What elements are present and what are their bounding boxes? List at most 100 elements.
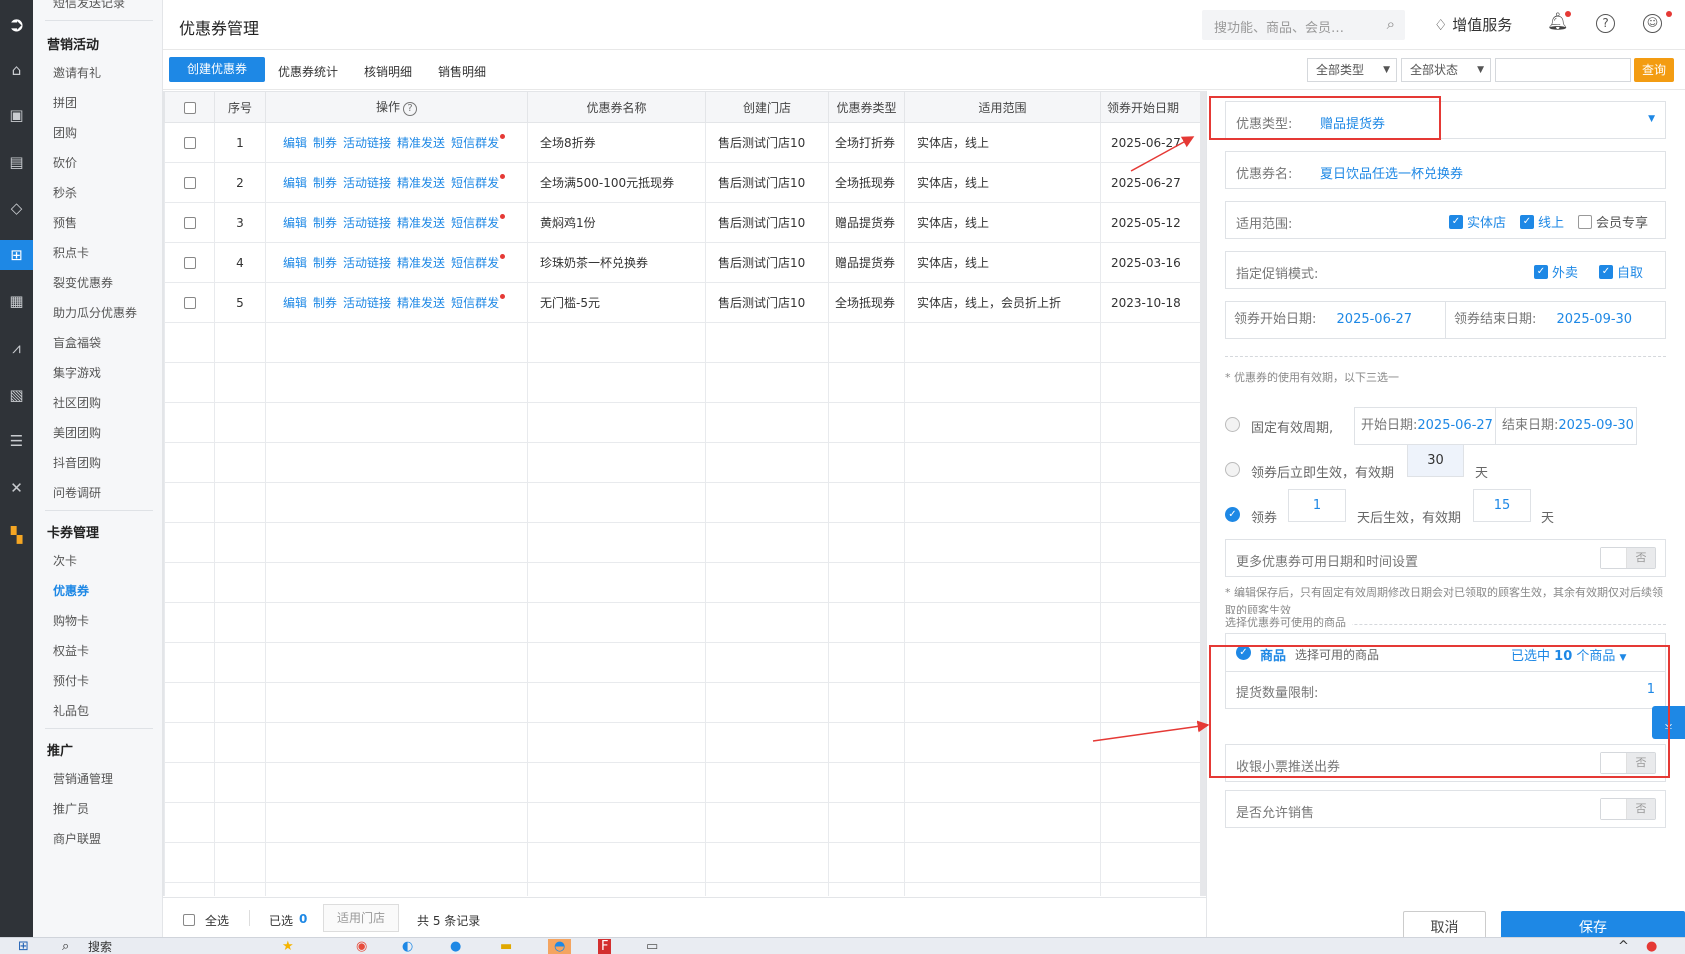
claim-delay-input[interactable]: 1	[1288, 489, 1346, 522]
cancel-button[interactable]: 取消	[1403, 911, 1486, 937]
menu-item[interactable]: 助力瓜分优惠券	[53, 304, 137, 321]
checkbox[interactable]	[183, 257, 196, 269]
coupon-icon[interactable]: ⊞	[0, 240, 33, 270]
row-action-link[interactable]: 精准发送	[397, 296, 445, 310]
menu-item[interactable]: 砍价	[53, 154, 77, 171]
row-checkbox-cell[interactable]	[164, 282, 215, 323]
checkbox[interactable]	[183, 297, 196, 309]
menu-item[interactable]: 预付卡	[53, 672, 89, 689]
chat-icon[interactable]: ●	[450, 939, 461, 954]
row-action-link[interactable]: 活动链接	[343, 216, 391, 230]
scope-option-online[interactable]: ✓ 线上	[1520, 212, 1564, 231]
menu-item[interactable]: 社区团购	[53, 394, 101, 411]
claim-start-date-field[interactable]: 领券开始日期: 2025-06-27	[1225, 301, 1446, 339]
tag-icon[interactable]: ◇	[0, 193, 33, 223]
row-action-link[interactable]: 活动链接	[343, 296, 391, 310]
menu-item[interactable]: 集字游戏	[53, 364, 101, 381]
immediate-days-input[interactable]: 30	[1407, 444, 1464, 477]
apps-grid-icon[interactable]: ▚	[0, 520, 33, 550]
row-checkbox-cell[interactable]	[164, 122, 215, 163]
menu-item[interactable]: 营销通管理	[53, 770, 113, 787]
row-action-link[interactable]: 活动链接	[343, 256, 391, 270]
fixed-end-date-field[interactable]: 结束日期:2025-09-30	[1495, 407, 1637, 445]
select-all-checkbox[interactable]	[183, 912, 195, 926]
radio-claim-delay-checked-icon[interactable]: ✓	[1225, 507, 1240, 522]
row-action-link[interactable]: 制券	[313, 216, 337, 230]
scope-option-member[interactable]: 会员专享	[1578, 212, 1648, 231]
radio-immediate[interactable]	[1225, 462, 1240, 477]
promo-option-pickup[interactable]: ✓ 自取	[1599, 262, 1643, 281]
row-action-link[interactable]: 活动链接	[343, 136, 391, 150]
row-action-link[interactable]: 制券	[313, 256, 337, 270]
menu-item[interactable]: 裂变优惠券	[53, 274, 113, 291]
row-action-link[interactable]: 精准发送	[397, 136, 445, 150]
row-action-link[interactable]: 精准发送	[397, 256, 445, 270]
menu-item-coupon-active[interactable]: 优惠券	[53, 582, 89, 599]
menu-item[interactable]: 秒杀	[53, 184, 77, 201]
menu-item[interactable]: 权益卡	[53, 642, 89, 659]
create-coupon-button[interactable]: 创建优惠券	[169, 57, 265, 82]
menu-item[interactable]: 次卡	[53, 552, 77, 569]
member-card-icon[interactable]: ▦	[0, 286, 33, 316]
tray-chevron-icon[interactable]: ^	[1618, 939, 1629, 954]
menu-item[interactable]: 预售	[53, 214, 77, 231]
menu-item[interactable]: 商户联盟	[53, 830, 101, 847]
tray-app-icon[interactable]: ●	[1646, 939, 1657, 954]
value-added-service-button[interactable]: ♢ 增值服务	[1434, 14, 1512, 35]
star-icon[interactable]: ★	[282, 939, 294, 954]
row-checkbox-cell[interactable]	[164, 242, 215, 283]
taskbar-search-icon[interactable]: ⌕	[62, 939, 69, 954]
menu-item[interactable]: 团购	[53, 124, 77, 141]
checkbox[interactable]	[183, 101, 196, 114]
menu-item[interactable]: 推广员	[53, 800, 89, 817]
tab-sales-detail[interactable]: 销售明细	[438, 63, 486, 80]
help-icon[interactable]: ?	[403, 102, 417, 116]
folder-icon[interactable]: ▬	[500, 939, 512, 954]
menu-item[interactable]: 抖音团购	[53, 454, 101, 471]
user-icon[interactable]: ☺	[1643, 14, 1662, 33]
row-action-link[interactable]: 活动链接	[343, 176, 391, 190]
brand-logo-icon[interactable]: ➲	[4, 12, 29, 37]
filezilla-icon[interactable]: F	[598, 939, 612, 954]
row-action-link[interactable]: 编辑	[283, 216, 307, 230]
row-action-link[interactable]: 精准发送	[397, 216, 445, 230]
menu-item[interactable]: 礼品包	[53, 702, 89, 719]
claim-days-input[interactable]: 15	[1473, 489, 1531, 522]
menu-item[interactable]: 邀请有礼	[53, 64, 101, 81]
search-icon[interactable]: ⌕	[1387, 15, 1395, 33]
save-button[interactable]: 保存	[1501, 911, 1685, 937]
taskbar-search-label[interactable]: 搜索	[88, 939, 112, 954]
menu-item[interactable]: 问卷调研	[53, 484, 101, 501]
row-action-link[interactable]: 短信群发	[451, 136, 499, 150]
row-action-link[interactable]: 短信群发	[451, 216, 499, 230]
checkbox[interactable]	[183, 177, 196, 189]
app-icon[interactable]: ◓	[548, 939, 572, 954]
checkbox[interactable]	[183, 217, 196, 229]
row-checkbox-cell[interactable]	[164, 162, 215, 203]
row-action-link[interactable]: 短信群发	[451, 256, 499, 270]
cashier-icon[interactable]: ▣	[0, 100, 33, 130]
window-icon[interactable]: ▭	[646, 939, 658, 954]
settings-sliders-icon[interactable]: ☰	[0, 426, 33, 456]
menu-item[interactable]: 拼团	[53, 94, 77, 111]
row-action-link[interactable]: 精准发送	[397, 176, 445, 190]
row-checkbox-cell[interactable]	[164, 202, 215, 243]
promo-option-delivery[interactable]: ✓ 外卖	[1534, 262, 1578, 281]
query-input[interactable]	[1495, 58, 1631, 82]
more-settings-toggle[interactable]: 否	[1600, 547, 1656, 569]
menu-item[interactable]: 购物卡	[53, 612, 89, 629]
menu-item[interactable]: 盲盒福袋	[53, 334, 101, 351]
row-action-link[interactable]: 制券	[313, 176, 337, 190]
coupon-name-field[interactable]: 优惠券名: 夏日饮品任选一杯兑换券	[1225, 151, 1666, 189]
query-button[interactable]: 查询	[1634, 58, 1674, 82]
help-icon[interactable]: ?	[1596, 14, 1615, 33]
fixed-start-date-field[interactable]: 开始日期:2025-06-27	[1354, 407, 1496, 445]
radio-fixed-period[interactable]	[1225, 417, 1240, 432]
select-all-header[interactable]	[164, 91, 215, 123]
type-filter-select[interactable]: 全部类型 ▼	[1307, 58, 1397, 82]
row-action-link[interactable]: 编辑	[283, 296, 307, 310]
row-action-link[interactable]: 编辑	[283, 176, 307, 190]
row-action-link[interactable]: 制券	[313, 136, 337, 150]
row-action-link[interactable]: 编辑	[283, 256, 307, 270]
tools-icon[interactable]: ✕	[0, 473, 33, 503]
